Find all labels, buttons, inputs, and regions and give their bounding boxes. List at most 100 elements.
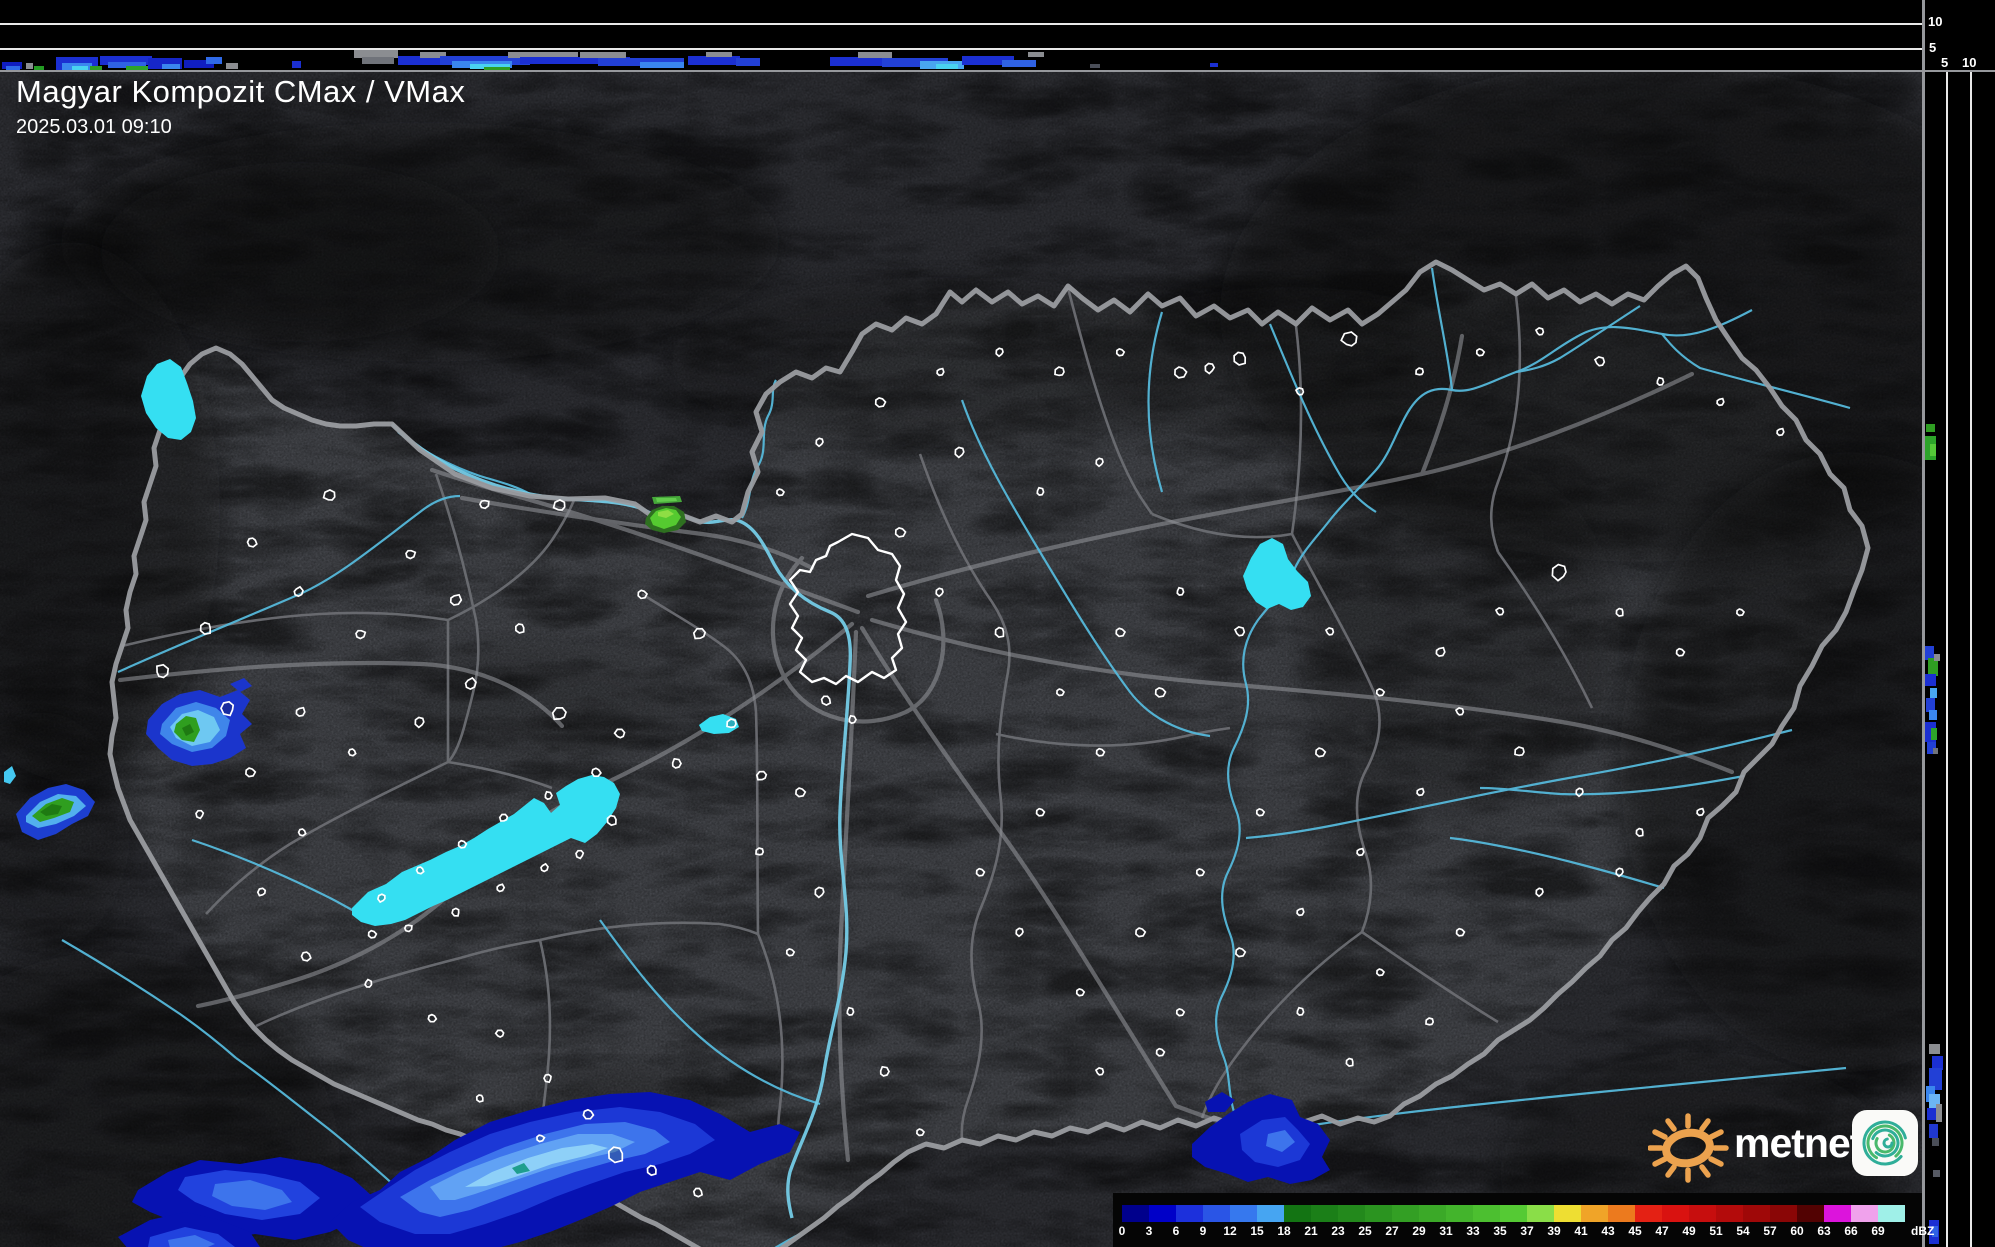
colorbar-segment bbox=[1500, 1205, 1527, 1222]
colorbar-tick-label: 15 bbox=[1250, 1224, 1264, 1238]
colorbar-segment bbox=[1230, 1205, 1257, 1222]
profile-echo-pixel bbox=[162, 64, 180, 69]
town-outline bbox=[1296, 907, 1305, 917]
town-outline bbox=[1036, 486, 1045, 496]
town-outline bbox=[199, 621, 212, 636]
town-outline bbox=[449, 593, 463, 606]
town-outline bbox=[1716, 397, 1725, 407]
town-outline bbox=[692, 1187, 704, 1198]
town-outline bbox=[606, 814, 617, 827]
profile-echo-pixel bbox=[1931, 728, 1937, 740]
colorbar-tick-label: 9 bbox=[1199, 1224, 1207, 1238]
colorbar-tick-label: 27 bbox=[1385, 1224, 1399, 1238]
colorbar-tick-label: 25 bbox=[1358, 1224, 1372, 1238]
colorbar-tick-label: 29 bbox=[1412, 1224, 1426, 1238]
colorbar-segment bbox=[1446, 1205, 1473, 1222]
colorbar-tick-label: 60 bbox=[1790, 1224, 1804, 1238]
town-outline bbox=[1195, 867, 1206, 877]
colorbar-segment bbox=[1554, 1205, 1581, 1222]
right-gridline-10km bbox=[1970, 72, 1972, 1247]
profile-echo-pixel bbox=[1210, 63, 1218, 67]
colorbar-tick-label: 39 bbox=[1547, 1224, 1561, 1238]
profile-echo-pixel bbox=[292, 61, 301, 68]
town-outline bbox=[544, 790, 553, 801]
panel-separator-vertical bbox=[1922, 0, 1925, 1247]
town-outline bbox=[156, 663, 170, 679]
town-outline bbox=[1454, 706, 1465, 716]
town-outline bbox=[552, 499, 566, 511]
town-outline bbox=[1475, 347, 1486, 357]
colorbar-segment bbox=[1473, 1205, 1500, 1222]
profile-echo-pixel bbox=[706, 52, 732, 57]
town-outline bbox=[427, 1013, 438, 1023]
colorbar-tick-label: 6 bbox=[1172, 1224, 1180, 1238]
colorbar-segment bbox=[1527, 1205, 1554, 1222]
profile-echo-pixel bbox=[362, 57, 394, 64]
colorbar-tick-label: 45 bbox=[1628, 1224, 1642, 1238]
town-outline bbox=[376, 893, 386, 904]
town-outline bbox=[355, 629, 367, 640]
town-outline bbox=[1534, 326, 1545, 336]
top-axis-label-5: 5 bbox=[1929, 40, 1937, 55]
town-outline bbox=[1233, 351, 1247, 366]
town-outline bbox=[1056, 688, 1066, 697]
town-outline bbox=[451, 907, 460, 917]
town-outline bbox=[776, 488, 786, 497]
right-axis-label-5: 5 bbox=[1941, 55, 1949, 70]
profile-echo-pixel bbox=[936, 64, 958, 69]
profile-echo-pixel bbox=[1925, 674, 1936, 686]
town-outline bbox=[1675, 647, 1686, 657]
town-outline bbox=[543, 1073, 552, 1084]
town-outline bbox=[1294, 386, 1305, 396]
town-outline bbox=[1094, 1066, 1105, 1076]
profile-echo-pixel bbox=[1002, 60, 1036, 67]
town-outline bbox=[848, 714, 857, 725]
colorbar-segment bbox=[1203, 1205, 1230, 1222]
vmax-top-profile-panel bbox=[0, 0, 1922, 72]
town-outline bbox=[1776, 427, 1785, 437]
town-outline bbox=[726, 718, 737, 729]
town-outline bbox=[300, 951, 312, 962]
profile-echo-pixel bbox=[1926, 424, 1935, 432]
dbz-colorbar: 0 3 6 9 12 15 18 21 23 25 27 29 31 33 35 37 39 41 43 45 47 49… bbox=[1113, 1193, 1934, 1247]
colorbar-segment bbox=[1122, 1205, 1149, 1222]
town-outline bbox=[1155, 1047, 1166, 1057]
town-outline bbox=[475, 1094, 484, 1103]
profile-echo-pixel bbox=[830, 57, 886, 66]
metnet-logo: metnet bbox=[1648, 1104, 1938, 1188]
town-outline bbox=[536, 1134, 546, 1143]
town-outline bbox=[1345, 1057, 1354, 1068]
profile-echo-pixel bbox=[1028, 52, 1044, 57]
colorbar-segment bbox=[1689, 1205, 1716, 1222]
profile-echo-pixel bbox=[1929, 710, 1937, 720]
town-outline bbox=[582, 1108, 595, 1120]
colorbar-tick-label: 57 bbox=[1763, 1224, 1777, 1238]
colorbar-segment bbox=[1743, 1205, 1770, 1222]
town-outline bbox=[646, 1164, 657, 1177]
sun-icon bbox=[1648, 1113, 1729, 1183]
town-outline bbox=[256, 887, 267, 897]
colorbar-tick-label: 54 bbox=[1736, 1224, 1750, 1238]
colorbar-tick-label: 66 bbox=[1844, 1224, 1858, 1238]
right-axis-label-10: 10 bbox=[1962, 55, 1977, 70]
right-gridline-5km bbox=[1946, 72, 1948, 1247]
town-outline bbox=[1494, 606, 1505, 616]
town-outline bbox=[295, 706, 306, 718]
hungary-map-canvas bbox=[0, 72, 1922, 1247]
town-outline bbox=[322, 489, 336, 501]
town-outline bbox=[994, 626, 1005, 639]
town-outline bbox=[1736, 608, 1746, 617]
town-outline bbox=[975, 867, 986, 877]
town-outline bbox=[879, 1065, 890, 1077]
town-outline bbox=[1376, 968, 1386, 977]
colorbar-tick-label: 12 bbox=[1223, 1224, 1237, 1238]
colorbar-segment bbox=[1419, 1205, 1446, 1222]
town-outline bbox=[496, 883, 506, 893]
town-outline bbox=[1416, 787, 1425, 797]
town-outline bbox=[1035, 807, 1046, 817]
colorbar-segment bbox=[1311, 1205, 1338, 1222]
town-outline bbox=[405, 549, 417, 560]
colorbar-segment bbox=[1284, 1205, 1311, 1222]
colorbar-segment bbox=[1365, 1205, 1392, 1222]
town-outline bbox=[1435, 646, 1446, 658]
